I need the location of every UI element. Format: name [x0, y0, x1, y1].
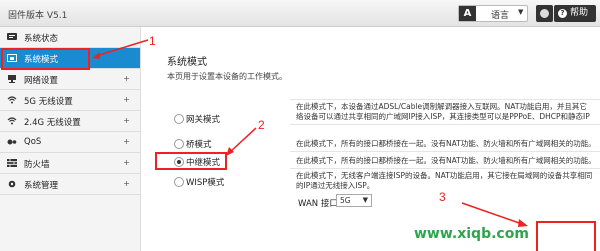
arrow-1-head	[92, 52, 100, 59]
arrow-2	[229, 127, 257, 153]
watermark: www.xiqb.com	[414, 226, 529, 242]
arrow-3	[461, 202, 523, 225]
annotation-number-3: 3	[439, 190, 446, 204]
annotation-number-2: 2	[258, 118, 265, 132]
arrow-2-head	[226, 147, 234, 156]
annotation-number-1: 1	[149, 34, 156, 48]
annotation-arrows	[92, 39, 528, 227]
arrow-1	[95, 39, 149, 57]
